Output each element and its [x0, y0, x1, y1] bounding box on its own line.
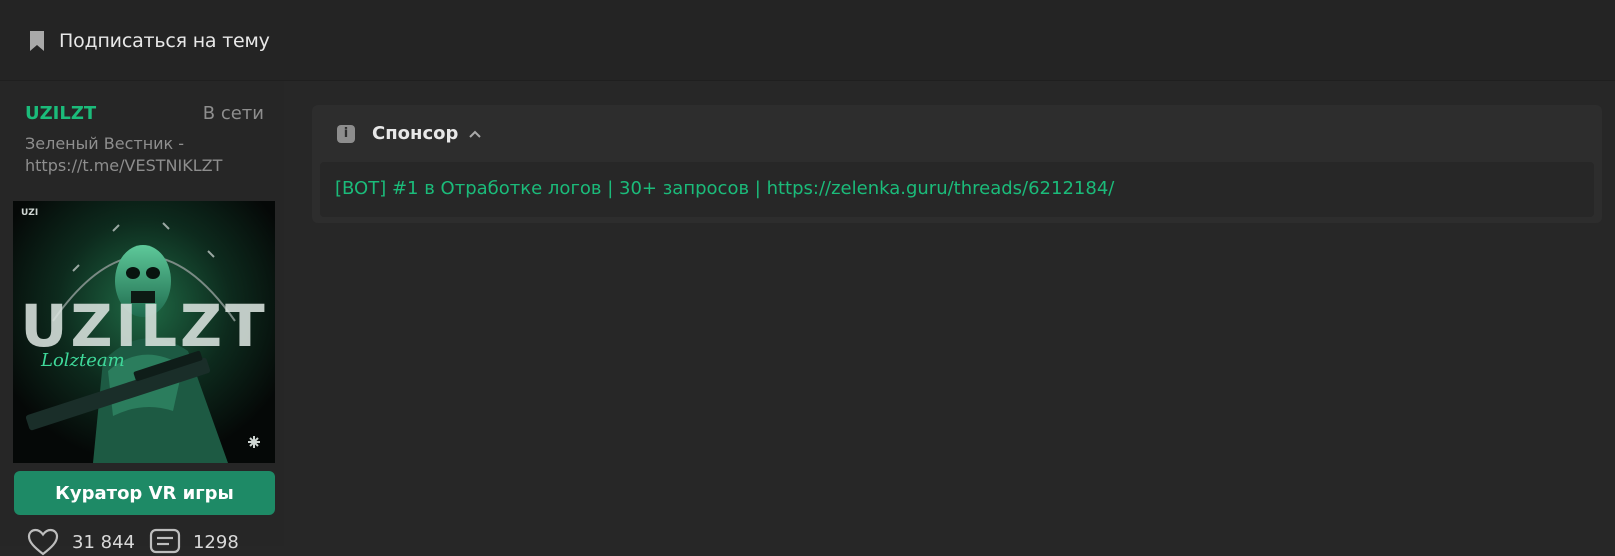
user-role-button[interactable]: Куратор VR игры [14, 471, 275, 515]
user-status-line2: https://t.me/VESTNIKLZT [25, 156, 223, 175]
user-status-line1: Зеленый Вестник - [25, 134, 185, 153]
sponsor-body: [BOT] #1 в Отработке логов | 30+ запросо… [320, 162, 1594, 217]
messages-count: 1298 [192, 531, 239, 553]
thread-topbar: Подписаться на тему [0, 0, 1615, 81]
message-icon [149, 528, 181, 554]
sponsor-title: Спонсор [372, 123, 459, 144]
online-status: В сети [202, 103, 264, 124]
avatar-script-text: Lolzteam [40, 350, 125, 371]
likes-count: 31 844 [72, 531, 135, 553]
avatar[interactable]: UZILZT Lolzteam UZI [13, 201, 275, 463]
subscribe-label: Подписаться на тему [59, 30, 270, 52]
avatar-image: UZILZT Lolzteam UZI [13, 201, 275, 463]
subscribe-thread-button[interactable]: Подписаться на тему [28, 30, 270, 52]
sponsor-block: i Спонсор [BOT] #1 в Отработке логов | 3… [312, 105, 1602, 223]
post-container: UZILZT В сети Зеленый Вестник - https://… [0, 81, 1615, 556]
avatar-corner-text: UZI [21, 208, 38, 218]
user-sidebar: UZILZT В сети Зеленый Вестник - https://… [0, 81, 284, 556]
info-icon: i [337, 124, 355, 143]
bookmark-icon [30, 31, 44, 51]
user-status-text: Зеленый Вестник - https://t.me/VESTNIKLZ… [25, 133, 265, 177]
user-stats: 31 844 1298 [26, 528, 253, 556]
sponsor-link[interactable]: [BOT] #1 в Отработке логов | 30+ запросо… [335, 178, 1114, 199]
chevron-up-icon[interactable] [468, 129, 482, 139]
username-link[interactable]: UZILZT [25, 103, 96, 124]
heart-icon [27, 528, 59, 556]
sponsor-header: i Спонсор [337, 123, 482, 144]
